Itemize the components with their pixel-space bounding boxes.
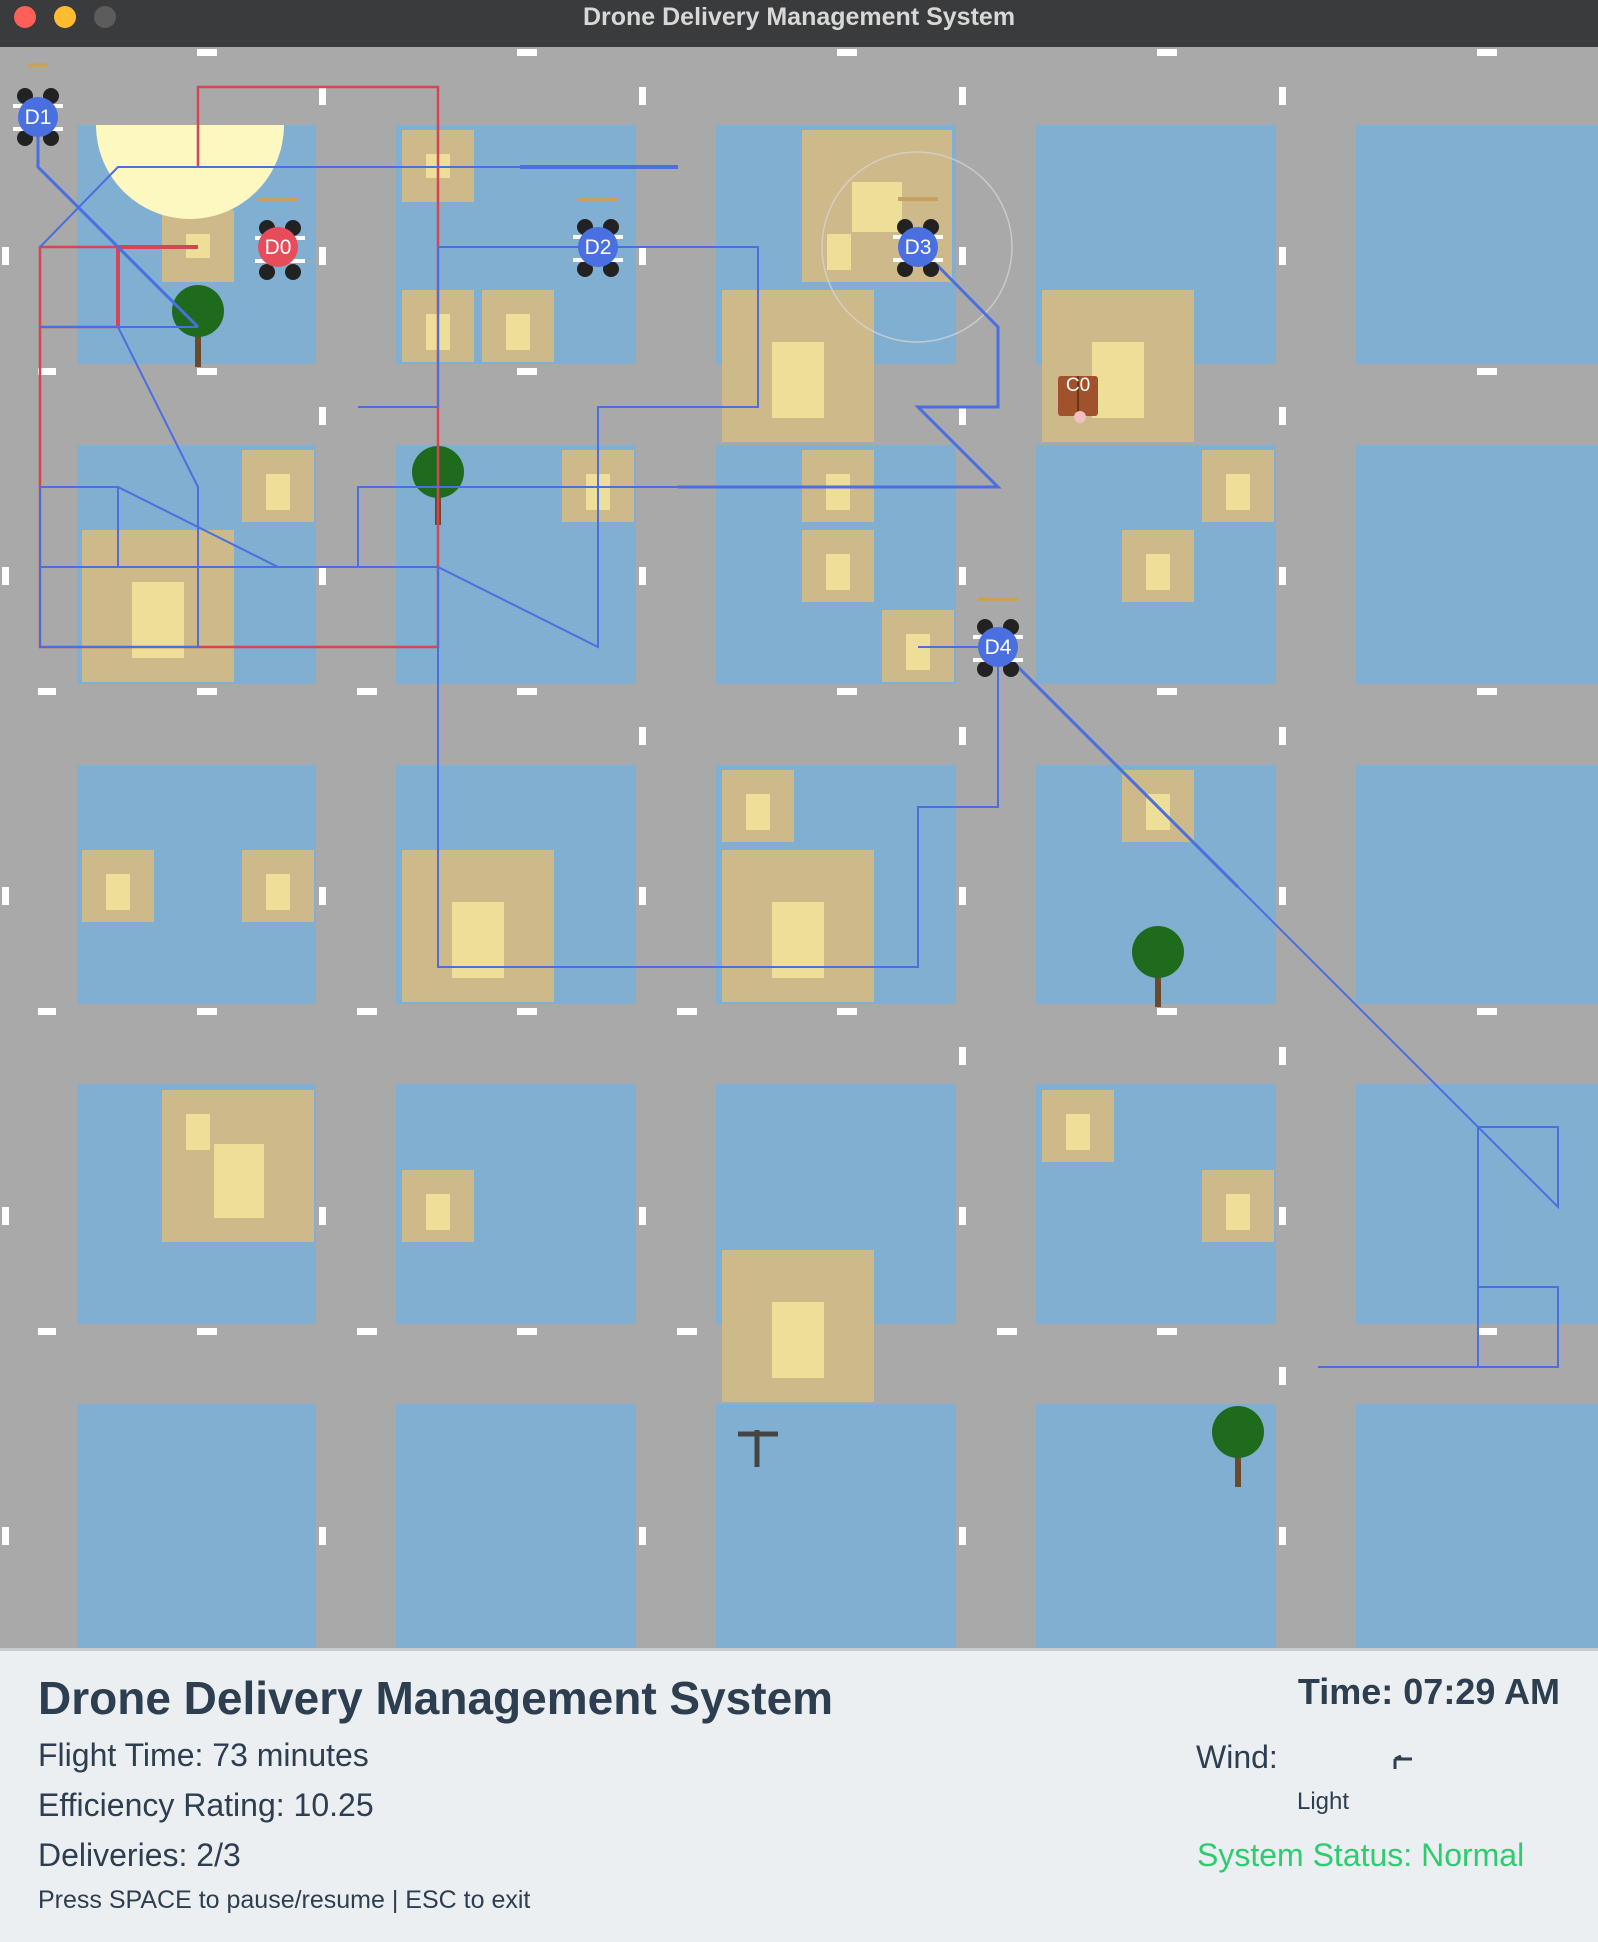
- drone-label: D4: [985, 636, 1012, 659]
- building: [722, 770, 794, 842]
- drone-label: D2: [585, 236, 612, 259]
- city-block: [716, 1404, 956, 1648]
- building: [82, 850, 154, 922]
- status-panel: Drone Delivery Management System Flight …: [0, 1648, 1598, 1942]
- building: [482, 290, 554, 362]
- city-map[interactable]: C0 D1 D0 D2 D3 D4: [0, 47, 1598, 1648]
- city-block: [1356, 125, 1598, 364]
- system-status: System Status: Normal: [1197, 1837, 1525, 1873]
- building: [242, 850, 314, 922]
- building: [722, 1250, 874, 1402]
- building: [722, 850, 874, 1002]
- city-block: [396, 1404, 636, 1648]
- package-icon: C0: [1058, 375, 1098, 423]
- building: [402, 1170, 474, 1242]
- building: [802, 530, 874, 602]
- building: [722, 290, 874, 442]
- building: [1042, 290, 1194, 442]
- building: [1042, 1090, 1114, 1162]
- wind-level: Light: [1297, 1788, 1350, 1815]
- city-block: [77, 1404, 316, 1648]
- city-block: [1356, 1404, 1598, 1648]
- title-bar: Drone Delivery Management System: [0, 0, 1598, 48]
- flight-time: Flight Time: 73 minutes: [38, 1737, 369, 1773]
- clock-time: Time: 07:29 AM: [1297, 1671, 1560, 1712]
- deliveries-count: Deliveries: 2/3: [38, 1837, 241, 1873]
- building: [402, 850, 554, 1002]
- window-title: Drone Delivery Management System: [582, 3, 1016, 31]
- efficiency-rating: Efficiency Rating: 10.25: [38, 1787, 374, 1823]
- building: [1202, 1170, 1274, 1242]
- building: [162, 1090, 314, 1242]
- drone-label: D1: [25, 106, 52, 129]
- panel-title: Drone Delivery Management System: [38, 1672, 834, 1724]
- building: [1122, 530, 1194, 602]
- city-block: [1356, 445, 1598, 684]
- building: [82, 530, 234, 682]
- building: [242, 450, 314, 522]
- keyboard-hint: Press SPACE to pause/resume | ESC to exi…: [38, 1886, 531, 1914]
- app-window: Drone Delivery Management System C0 D1 D…: [0, 0, 1598, 1942]
- drone-label: D3: [905, 236, 932, 259]
- building: [1202, 450, 1274, 522]
- customer-label: C0: [1066, 375, 1090, 396]
- drone-label: D0: [265, 236, 292, 259]
- wind-arrow-icon: [1392, 1754, 1416, 1782]
- city-block: [1356, 765, 1598, 1004]
- wind-label: Wind:: [1196, 1739, 1278, 1775]
